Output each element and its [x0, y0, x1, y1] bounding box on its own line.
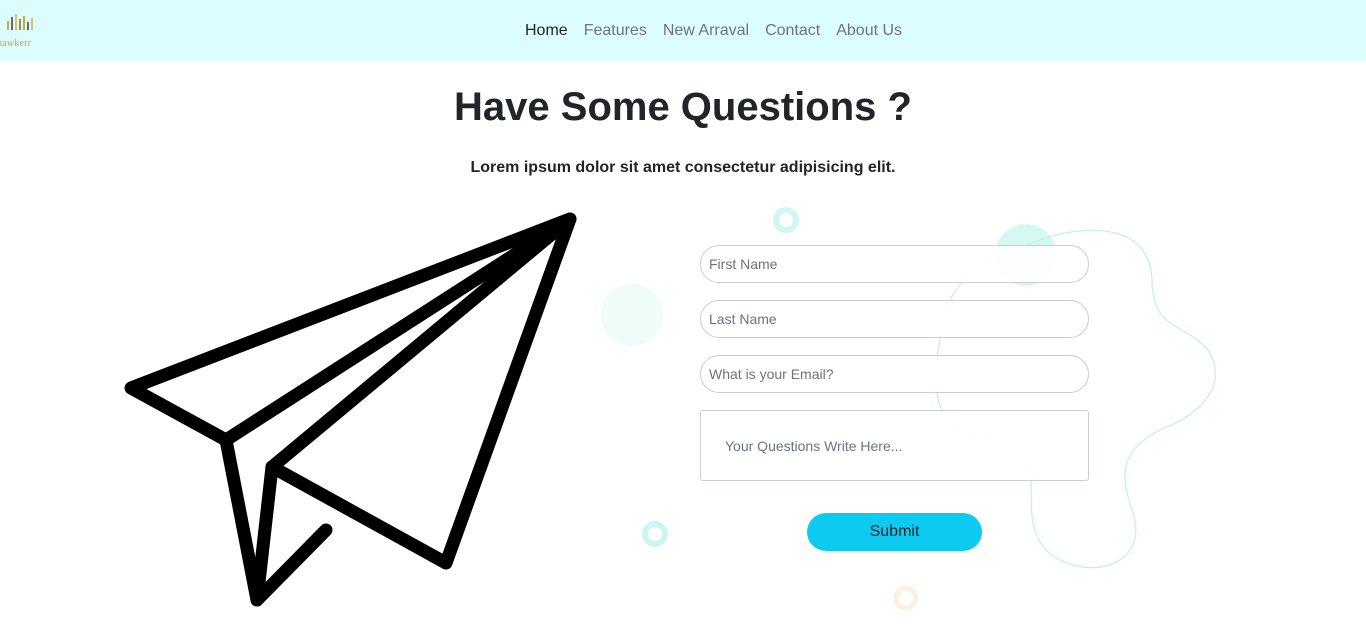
circle-decoration [601, 284, 663, 346]
submit-button[interactable]: Submit [807, 513, 982, 551]
paper-plane-icon [124, 212, 577, 607]
email-field[interactable] [700, 355, 1089, 393]
question-textarea[interactable] [700, 410, 1089, 481]
ring-decoration [773, 207, 799, 233]
last-name-field[interactable] [700, 300, 1089, 338]
ring-decoration [893, 585, 919, 611]
ring-decoration [642, 521, 668, 547]
first-name-field[interactable] [700, 245, 1089, 283]
